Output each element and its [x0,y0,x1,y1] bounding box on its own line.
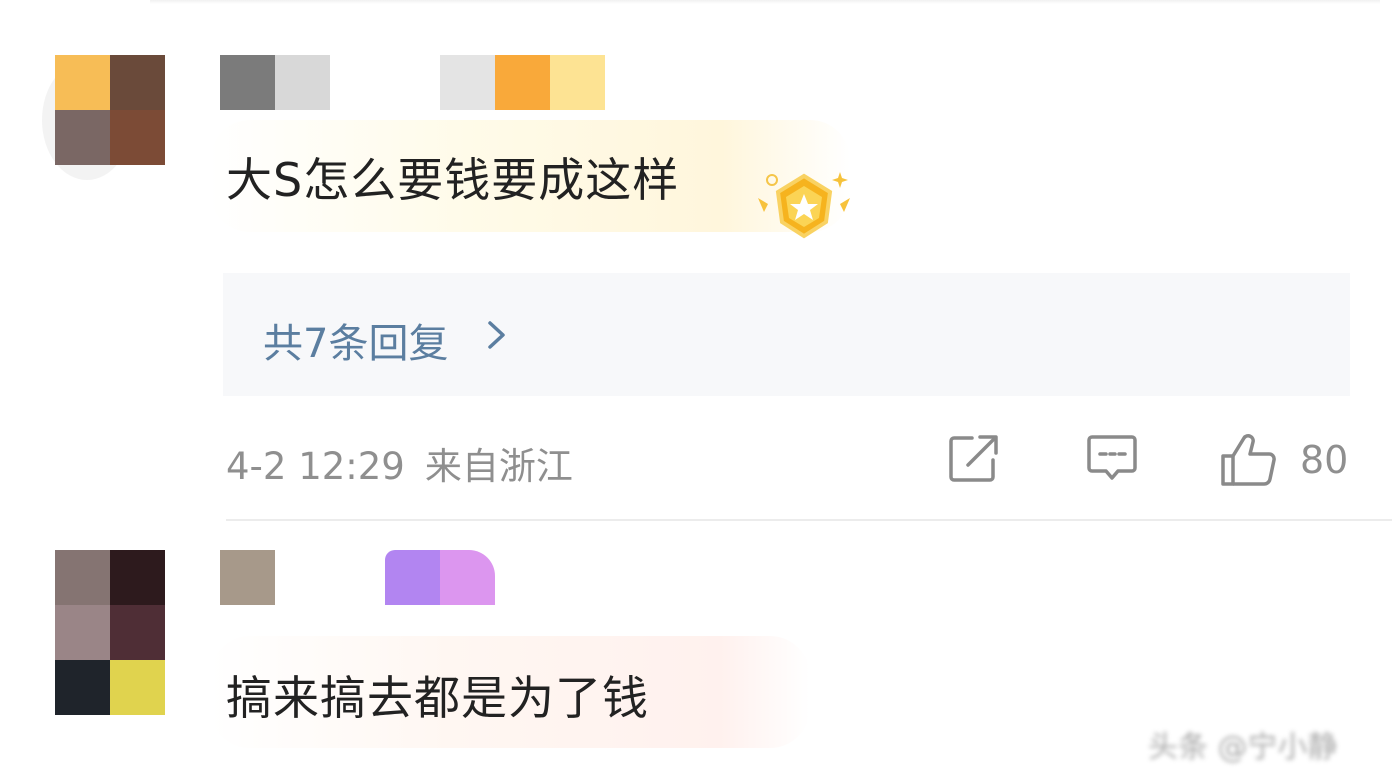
avatar-pixel [55,660,110,715]
avatar-pixel [110,55,165,110]
avatar[interactable] [55,550,165,715]
avatar-pixel [55,605,110,660]
thumbs-up-icon[interactable] [1219,432,1279,488]
username-pixel [550,55,605,110]
like-count: 80 [1300,438,1349,482]
username-pixel [275,550,330,605]
replies-count-label: 共7条回复 [263,321,449,367]
comment-text: 搞来搞去都是为了钱 [226,671,649,725]
username-pixel [440,550,495,605]
username-pixel [385,55,440,110]
username-pixelated[interactable] [220,550,495,605]
share-icon[interactable] [946,432,1002,486]
username-pixel [220,550,275,605]
comment-divider [226,519,1392,521]
chevron-right-icon [488,321,505,349]
comment-text: 大S怎么要钱要成这样 [226,153,680,207]
avatar[interactable] [55,55,165,165]
gold-medal-icon [758,172,850,239]
username-pixel [220,55,275,110]
username-pixel [385,550,440,605]
avatar-pixel [55,550,110,605]
username-pixel [495,55,550,110]
view-replies-button[interactable]: 共7条回复 [223,273,1350,396]
avatar-pixel [110,660,165,715]
top-divider [150,0,1380,4]
avatar-pixel [110,605,165,660]
comment-icon[interactable] [1086,432,1138,486]
username-pixel [440,55,495,110]
username-pixel [275,55,330,110]
avatar-pixel [55,110,110,165]
avatar-pixel [110,110,165,165]
comment-location: 来自浙江 [424,445,573,488]
comment-timestamp: 4-2 12:29 [226,445,405,488]
comment-meta: 4-2 12:29 来自浙江 [226,436,573,490]
avatar-pixel [55,55,110,110]
username-pixel [330,550,385,605]
avatar-pixel [110,550,165,605]
username-pixelated[interactable] [220,55,605,110]
watermark: 头条 @宁小静 [1148,730,1338,765]
username-pixel [330,55,385,110]
